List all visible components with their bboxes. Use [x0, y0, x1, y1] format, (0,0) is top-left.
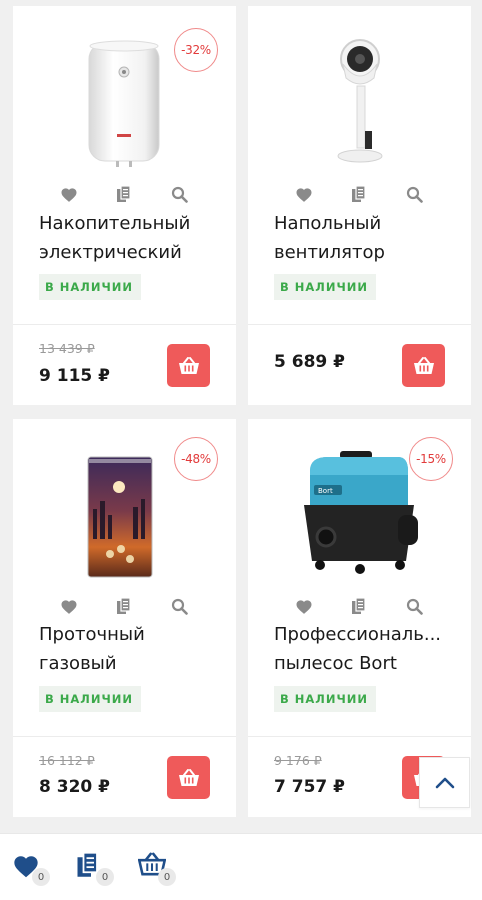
price: 8 320 ₽	[39, 777, 110, 797]
compare-icon[interactable]	[114, 596, 134, 616]
old-price: 13 439 ₽	[39, 341, 95, 356]
heart-icon[interactable]	[294, 596, 314, 616]
basket-count-badge: 0	[158, 868, 176, 886]
product-title[interactable]: Накопительный электрический	[39, 209, 224, 265]
add-to-cart-button[interactable]	[402, 344, 445, 387]
discount-badge: -48%	[174, 437, 218, 481]
search-icon[interactable]	[404, 184, 424, 204]
product-title[interactable]: Проточный газовый	[39, 620, 224, 676]
product-title[interactable]: Напольный вентилятор	[274, 209, 459, 265]
product-actions	[59, 184, 189, 204]
search-icon[interactable]	[169, 596, 189, 616]
chevron-up-icon	[435, 777, 454, 788]
basket-icon	[178, 768, 199, 786]
product-card[interactable]: -48% Проточный газовый В НАЛИЧИИ 16 112 …	[13, 419, 236, 817]
divider	[248, 736, 471, 737]
old-price: 16 112 ₽	[39, 753, 95, 768]
stock-badge: В НАЛИЧИИ	[274, 274, 377, 300]
heart-icon[interactable]	[59, 596, 79, 616]
discount-badge: -32%	[174, 28, 218, 72]
price: 5 689 ₽	[274, 352, 345, 372]
heart-icon[interactable]	[59, 184, 79, 204]
compare-icon[interactable]	[349, 184, 369, 204]
basket-button[interactable]: 0	[137, 852, 176, 886]
product-actions	[294, 184, 424, 204]
product-card[interactable]: -32% Накопительный электрический В НАЛИЧ…	[13, 6, 236, 405]
add-to-cart-button[interactable]	[167, 756, 210, 799]
product-image[interactable]	[248, 6, 471, 171]
product-card[interactable]: Напольный вентилятор В НАЛИЧИИ 5 689 ₽	[248, 6, 471, 405]
stock-badge: В НАЛИЧИИ	[39, 274, 142, 300]
compare-count-badge: 0	[96, 868, 114, 886]
scroll-to-top-button[interactable]	[419, 757, 470, 808]
svg-text:Bort: Bort	[318, 487, 333, 495]
old-price: 9 176 ₽	[274, 753, 322, 768]
product-actions	[294, 596, 424, 616]
price: 9 115 ₽	[39, 366, 110, 386]
favorites-button[interactable]: 0	[12, 852, 50, 886]
compare-icon[interactable]	[349, 596, 369, 616]
discount-badge: -15%	[409, 437, 453, 481]
compare-icon[interactable]	[114, 184, 134, 204]
search-icon[interactable]	[404, 596, 424, 616]
price: 7 757 ₽	[274, 777, 345, 797]
bottom-toolbar: 0 0 0	[0, 833, 482, 900]
basket-icon	[413, 356, 434, 374]
basket-icon	[178, 356, 199, 374]
favorites-count-badge: 0	[32, 868, 50, 886]
stock-badge: В НАЛИЧИИ	[274, 686, 377, 712]
product-actions	[59, 596, 189, 616]
divider	[13, 736, 236, 737]
product-title[interactable]: Профессиональ... пылесос Bort	[274, 620, 459, 676]
add-to-cart-button[interactable]	[167, 344, 210, 387]
search-icon[interactable]	[169, 184, 189, 204]
heart-icon[interactable]	[294, 184, 314, 204]
divider	[248, 324, 471, 325]
stock-badge: В НАЛИЧИИ	[39, 686, 142, 712]
compare-button[interactable]: 0	[76, 851, 114, 886]
divider	[13, 324, 236, 325]
